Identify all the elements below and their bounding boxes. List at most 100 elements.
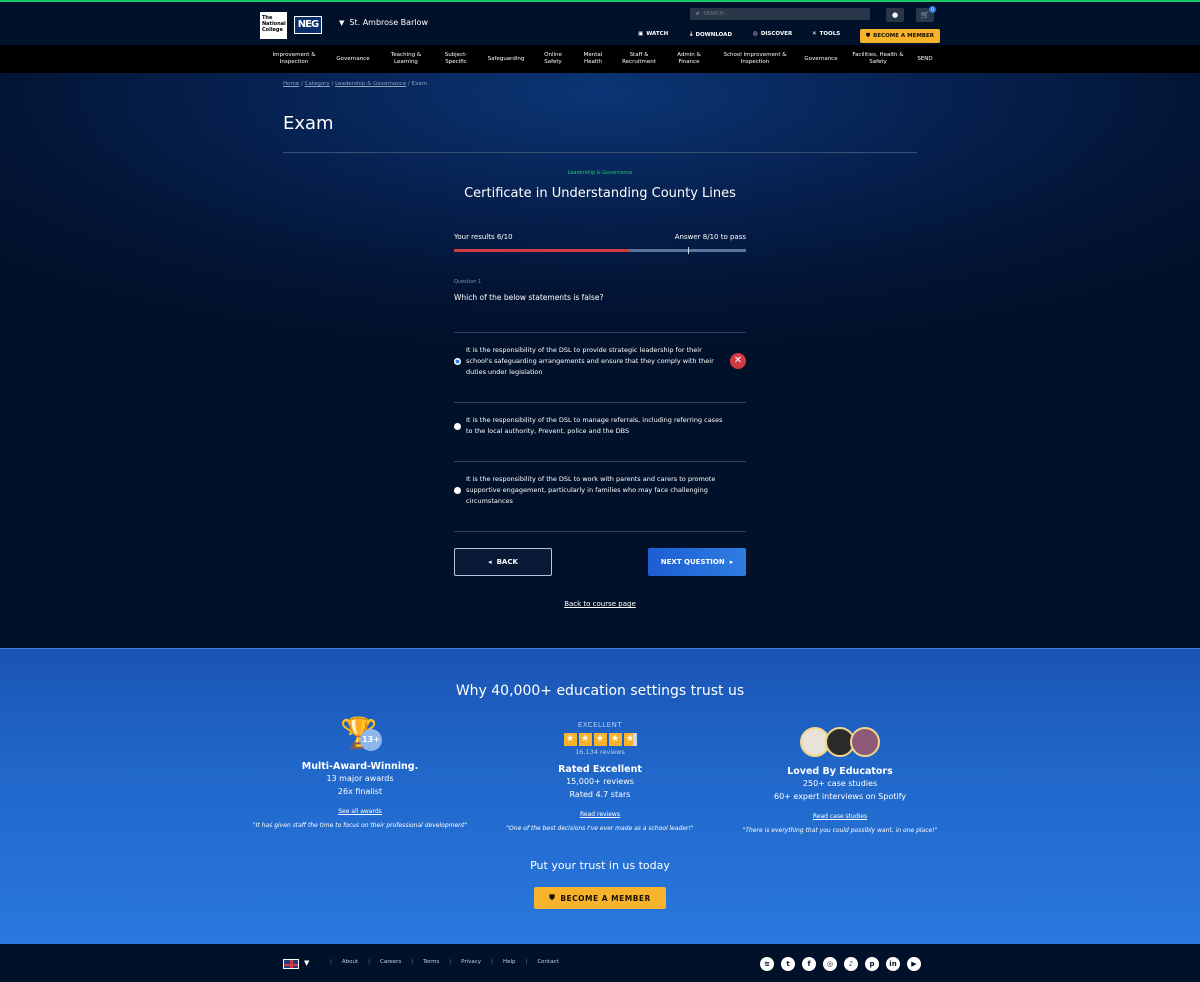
breadcrumb-category[interactable]: Category (305, 81, 330, 87)
footer-contact[interactable]: Contact (537, 959, 558, 965)
excellent-label: EXCELLENT (577, 721, 623, 729)
footer-separator: | (449, 959, 452, 965)
cart-count-badge: 0 (929, 6, 936, 13)
nav-admin-finance[interactable]: Admin & Finance (673, 45, 705, 73)
nav-governance[interactable]: Governance (333, 45, 373, 73)
answer-radio-1[interactable] (454, 358, 461, 365)
national-college-logo[interactable]: The National College (260, 12, 287, 39)
question-number: Question 1 (454, 279, 482, 285)
breadcrumb-home[interactable]: Home (283, 81, 299, 87)
awards-heading: Multi-Award-Winning. (301, 761, 419, 772)
caret-down-icon[interactable]: ▼ (304, 959, 309, 967)
next-question-button[interactable]: NEXT QUESTION ▸ (648, 548, 746, 576)
answer-option-1[interactable]: It is the responsibility of the DSL to p… (454, 332, 746, 402)
footer-about[interactable]: About (342, 959, 358, 965)
awards-line-1: 13 major awards (326, 774, 394, 783)
youtube-icon[interactable]: ▶ (907, 957, 921, 971)
instagram-icon[interactable]: ◎ (823, 957, 837, 971)
spotify-icon[interactable]: ≋ (760, 957, 774, 971)
nav-facilities-health-safety[interactable]: Facilities, Health & Safety (852, 45, 904, 73)
star-icon: ★ (608, 733, 622, 746)
school-name: St. Ambrose Barlow (349, 18, 429, 27)
uk-flag-icon[interactable] (283, 959, 299, 969)
answer-option-2[interactable]: It is the responsibility of the DSL to m… (454, 402, 746, 461)
cart-icon: 🛒 (920, 11, 930, 19)
see-all-awards-link[interactable]: See all awards (240, 808, 480, 815)
tools-icon: ✕ (812, 31, 817, 37)
back-label: BACK (496, 558, 518, 566)
answer-text-2: It is the responsibility of the DSL to m… (466, 416, 723, 435)
nav-safeguarding[interactable]: Safeguarding (484, 45, 528, 73)
become-member-button-top[interactable]: ⛊ BECOME A MEMBER (860, 29, 940, 43)
pinterest-icon[interactable]: p (865, 957, 879, 971)
wrong-answer-icon: ✕ (730, 353, 746, 369)
main-nav: Improvement & Inspection Governance Teac… (0, 45, 1200, 73)
search-icon: ⌕ (696, 10, 700, 17)
compass-icon: ◎ (753, 31, 758, 37)
nav-mental-health[interactable]: Mental Health (580, 45, 606, 73)
nav-send[interactable]: SEND (914, 45, 936, 73)
exam-section: Home / Category / Leadership & Governanc… (0, 73, 1200, 648)
footer-careers[interactable]: Careers (380, 959, 401, 965)
course-category: Leadership & Governance (567, 170, 633, 176)
search-box[interactable]: ⌕ (690, 8, 870, 20)
rated-column: EXCELLENT ★ ★ ★ ★ ★ 16,134 reviews Rated… (480, 721, 720, 833)
rated-quote: "One of the best decisions I've ever mad… (506, 825, 694, 832)
watch-link[interactable]: ▣ WATCH (638, 31, 668, 37)
footer-privacy[interactable]: Privacy (461, 959, 481, 965)
nav-school-improvement[interactable]: School Improvement & Inspection (717, 45, 793, 73)
footer-separator: | (368, 959, 370, 965)
tools-link[interactable]: ✕ TOOLS (812, 31, 840, 37)
video-icon: ▣ (638, 31, 644, 37)
nav-governance-2[interactable]: Governance (800, 45, 842, 73)
become-member-label: BECOME A MEMBER (560, 893, 651, 903)
breadcrumb: Home / Category / Leadership & Governanc… (283, 81, 428, 87)
read-case-studies-link[interactable]: Read case studies (720, 813, 960, 820)
awards-quote: "It has given staff the time to focus on… (252, 822, 468, 829)
become-member-button-bottom[interactable]: ⛊ BECOME A MEMBER (534, 887, 666, 909)
answer-option-3[interactable]: It is the responsibility of the DSL to w… (454, 461, 746, 531)
loved-quote: "There is everything that you could poss… (742, 827, 938, 834)
tiktok-icon[interactable]: ♪ (844, 957, 858, 971)
trust-cta-text: Put your trust in us today (530, 859, 670, 872)
download-link[interactable]: ⤓ DOWNLOAD (690, 31, 732, 38)
chevron-right-icon: ▸ (729, 558, 734, 566)
loved-heading: Loved By Educators (787, 766, 893, 777)
nav-subject-specific[interactable]: Subject-Specific (440, 45, 472, 73)
back-button[interactable]: ◂ BACK (454, 548, 552, 576)
read-reviews-link[interactable]: Read reviews (480, 811, 720, 818)
back-to-course-link[interactable]: Back to course page (454, 600, 746, 608)
breadcrumb-section[interactable]: Leadership & Governance (335, 81, 406, 87)
neg-logo[interactable]: NEG (294, 16, 322, 34)
twitter-icon[interactable]: t (781, 957, 795, 971)
nav-online-safety[interactable]: Online Safety (539, 45, 567, 73)
cart-button[interactable]: 🛒 0 (916, 6, 936, 22)
download-icon: ⤓ (690, 31, 693, 37)
loved-line-1: 250+ case studies (802, 779, 878, 788)
rating-stars: ★ ★ ★ ★ ★ (480, 733, 720, 746)
nav-teaching-learning[interactable]: Teaching & Learning (385, 45, 427, 73)
facebook-icon[interactable]: f (802, 957, 816, 971)
page-title: Exam (283, 113, 334, 134)
nav-staff-recruitment[interactable]: Staff & Recruitment (618, 45, 660, 73)
answer-radio-3[interactable] (454, 487, 461, 494)
answer-radio-2[interactable] (454, 423, 461, 430)
pass-label: Answer 8/10 to pass (674, 233, 746, 241)
star-half-icon: ★ (623, 733, 637, 746)
star-icon: ★ (593, 733, 607, 746)
discover-link[interactable]: ◎ DISCOVER (753, 31, 792, 37)
footer-help[interactable]: Help (503, 959, 516, 965)
user-icon: ● (891, 11, 899, 19)
footer-terms[interactable]: Terms (423, 959, 439, 965)
star-icon: ★ (578, 733, 592, 746)
linkedin-icon[interactable]: in (886, 957, 900, 971)
answers-divider (454, 531, 746, 532)
search-input[interactable] (703, 11, 854, 17)
school-selector[interactable]: ▼ St. Ambrose Barlow (339, 18, 428, 27)
account-button[interactable]: ● (886, 8, 904, 22)
awards-count-badge: 13+ (360, 729, 382, 751)
footer-separator: | (491, 959, 493, 965)
course-title: Certificate in Understanding County Line… (464, 186, 736, 201)
pass-mark-indicator (687, 247, 689, 254)
nav-improvement-inspection[interactable]: Improvement & Inspection (268, 45, 320, 73)
